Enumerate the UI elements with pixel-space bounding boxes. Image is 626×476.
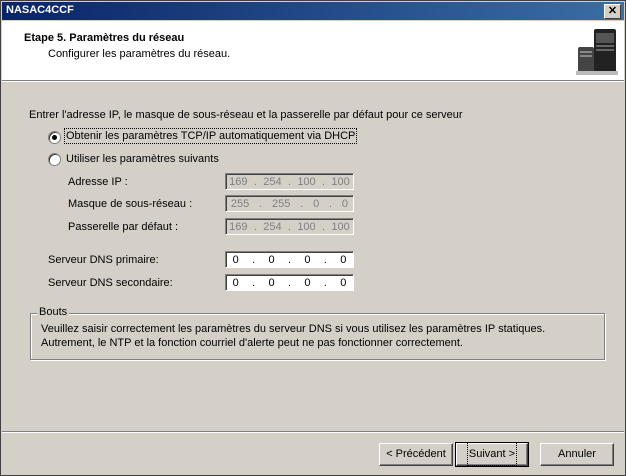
ip-octet: 100 bbox=[331, 175, 350, 188]
nas-device-icon bbox=[576, 29, 618, 75]
window-title: NASAC4CCF bbox=[6, 4, 74, 16]
ip-octet: 100 bbox=[297, 175, 316, 188]
gateway-octet: 100 bbox=[297, 220, 316, 233]
mask-octet: 0 bbox=[313, 197, 320, 210]
step-title: Etape 5. Paramètres du réseau bbox=[24, 32, 185, 44]
tips-groupbox: Bouts Veuillez saisir correctement les p… bbox=[30, 306, 605, 360]
dns-secondary-octet: 0 bbox=[232, 276, 239, 289]
dns-primary-octet: 0 bbox=[268, 253, 275, 266]
gateway-octet: 169 bbox=[229, 220, 248, 233]
gateway-octet: 254 bbox=[263, 220, 282, 233]
tips-legend: Bouts bbox=[37, 306, 70, 318]
wizard-header: Etape 5. Paramètres du réseau Configurer… bbox=[2, 21, 624, 81]
radio-dhcp-label[interactable]: Obtenir les paramètres TCP/IP automatiqu… bbox=[63, 128, 358, 144]
subnet-mask-field[interactable]: 255. 255. 0. 0 bbox=[225, 195, 354, 212]
radio-manual-label[interactable]: Utiliser les paramètres suivants bbox=[66, 153, 219, 165]
dns-primary-label: Serveur DNS primaire: bbox=[48, 254, 159, 266]
dns-primary-octet: 0 bbox=[340, 253, 347, 266]
dns-secondary-octet: 0 bbox=[268, 276, 275, 289]
dns-primary-octet: 0 bbox=[304, 253, 311, 266]
gateway-octet: 100 bbox=[331, 220, 350, 233]
ip-octet: 254 bbox=[263, 175, 282, 188]
gateway-label: Passerelle par défaut : bbox=[68, 221, 179, 233]
radio-dhcp[interactable] bbox=[48, 131, 61, 144]
next-button-label: Suivant > bbox=[466, 442, 518, 466]
dns-secondary-octet: 0 bbox=[304, 276, 311, 289]
dns-secondary-octet: 0 bbox=[340, 276, 347, 289]
back-button[interactable]: < Précédent bbox=[379, 443, 453, 466]
ip-octet: 169 bbox=[229, 175, 248, 188]
radio-manual[interactable] bbox=[48, 153, 61, 166]
dns-primary-octet: 0 bbox=[232, 253, 239, 266]
title-bar[interactable]: NASAC4CCF ✕ bbox=[2, 2, 624, 20]
next-button[interactable]: Suivant > bbox=[455, 442, 529, 467]
gateway-field[interactable]: 169. 254. 100. 100 bbox=[225, 218, 354, 235]
mask-octet: 255 bbox=[271, 197, 291, 210]
dns-secondary-field[interactable]: 0. 0. 0. 0 bbox=[225, 274, 354, 291]
header-separator bbox=[2, 81, 624, 82]
tips-text: Veuillez saisir correctement les paramèt… bbox=[41, 323, 546, 349]
dns-secondary-label: Serveur DNS secondaire: bbox=[48, 277, 173, 289]
back-button-label: < Précédent bbox=[386, 448, 446, 460]
intro-text: Entrer l'adresse IP, le masque de sous-r… bbox=[29, 109, 463, 121]
mask-octet: 255 bbox=[230, 197, 250, 210]
dns-primary-field[interactable]: 0. 0. 0. 0 bbox=[225, 251, 354, 268]
footer-separator-highlight bbox=[2, 432, 624, 433]
cancel-button[interactable]: Annuler bbox=[540, 443, 614, 466]
ip-address-field[interactable]: 169. 254. 100. 100 bbox=[225, 173, 354, 190]
ip-label: Adresse IP : bbox=[68, 176, 128, 188]
cancel-button-label: Annuler bbox=[558, 448, 596, 460]
mask-octet: 0 bbox=[341, 197, 349, 210]
close-button[interactable]: ✕ bbox=[604, 4, 621, 19]
wizard-window: NASAC4CCF ✕ Etape 5. Paramètres du résea… bbox=[0, 0, 626, 476]
step-subtitle: Configurer les paramètres du réseau. bbox=[48, 48, 231, 60]
mask-label: Masque de sous-réseau : bbox=[68, 198, 193, 210]
radio-dhcp-dot bbox=[52, 135, 57, 140]
